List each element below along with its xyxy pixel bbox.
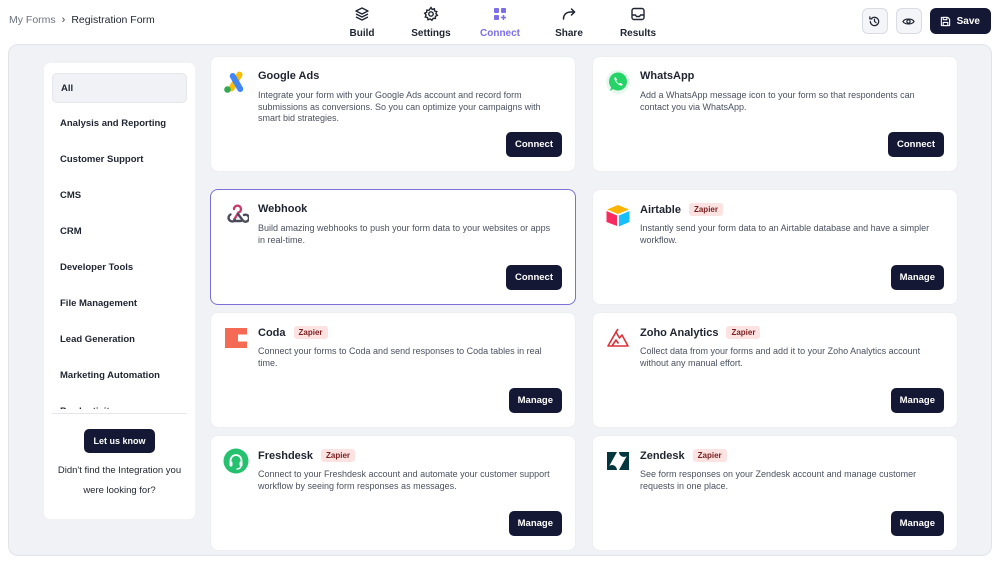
integration-description: Connect your forms to Coda and send resp…	[258, 346, 542, 368]
layers-icon	[355, 7, 369, 21]
tab-results[interactable]: Results	[603, 4, 673, 40]
zapier-badge: Zapier	[321, 449, 356, 462]
webhook-icon	[223, 202, 249, 228]
manage-button-airtable[interactable]: Manage	[890, 265, 944, 290]
zapier-badge: Zapier	[688, 203, 723, 216]
integration-description: Build amazing webhooks to push your form…	[258, 223, 551, 245]
integration-name: Zendesk	[640, 449, 685, 462]
history-icon	[869, 15, 880, 26]
whatsapp-icon	[605, 69, 631, 95]
integration-description: Connect to your Freshdesk account and au…	[258, 469, 550, 491]
category-developer-tools[interactable]: Developer Tools	[52, 252, 187, 282]
zoho-analytics-icon	[605, 325, 631, 351]
integration-card-freshdesk[interactable]: Freshdesk Zapier Connect to your Freshde…	[210, 435, 576, 551]
category-list[interactable]: All Analysis and Reporting Customer Supp…	[52, 73, 187, 409]
tab-label: Share	[555, 28, 583, 39]
category-crm[interactable]: CRM	[52, 217, 187, 247]
integration-name: Airtable	[640, 203, 681, 216]
connect-button-google-ads[interactable]: Connect	[506, 132, 562, 157]
integration-name: WhatsApp	[640, 70, 695, 82]
coda-icon	[223, 325, 249, 351]
gear-icon	[423, 6, 439, 22]
connect-button-webhook[interactable]: Connect	[506, 265, 562, 290]
integration-name: Coda	[258, 326, 286, 339]
integration-card-zoho-analytics[interactable]: Zoho Analytics Zapier Collect data from …	[592, 312, 958, 428]
tab-share[interactable]: Share	[534, 4, 604, 40]
category-customer-support[interactable]: Customer Support	[52, 145, 187, 175]
zapier-badge: Zapier	[692, 449, 727, 462]
category-file-management[interactable]: File Management	[52, 288, 187, 318]
integration-description: See form responses on your Zendesk accou…	[640, 469, 917, 491]
zapier-badge: Zapier	[726, 326, 761, 339]
save-button[interactable]: Save	[929, 8, 991, 34]
save-icon	[940, 16, 950, 26]
integration-description: Integrate your form with your Google Ads…	[258, 90, 541, 123]
tab-connect[interactable]: Connect	[465, 4, 535, 40]
tab-build[interactable]: Build	[327, 4, 397, 40]
integration-card-webhook[interactable]: Webhook Build amazing webhooks to push y…	[210, 189, 576, 305]
integration-name: Webhook	[258, 203, 308, 215]
integration-card-coda[interactable]: Coda Zapier Connect your forms to Coda a…	[210, 312, 576, 428]
top-bar: My Forms › Registration Form Build Setti…	[0, 0, 1000, 44]
category-productivity[interactable]: Productivity	[52, 396, 187, 409]
header-actions: Save	[861, 8, 991, 34]
zapier-badge: Zapier	[293, 326, 328, 339]
grid-plus-icon	[494, 8, 506, 20]
tab-settings[interactable]: Settings	[396, 4, 466, 40]
integration-description: Add a WhatsApp message icon to your form…	[640, 90, 915, 112]
integration-card-google-ads[interactable]: Google Ads Integrate your form with your…	[210, 56, 576, 172]
history-button[interactable]	[861, 8, 888, 34]
freshdesk-icon	[223, 448, 249, 474]
category-cms[interactable]: CMS	[52, 181, 187, 211]
manage-button-freshdesk[interactable]: Manage	[508, 511, 562, 536]
integrations-panel: All Analysis and Reporting Customer Supp…	[8, 44, 992, 556]
zendesk-icon	[605, 448, 631, 474]
category-analysis-and-reporting[interactable]: Analysis and Reporting	[52, 109, 187, 139]
google-ads-icon	[223, 69, 249, 95]
tab-label: Results	[619, 28, 657, 39]
manage-button-zoho-analytics[interactable]: Manage	[890, 388, 944, 413]
share-arrow-icon	[562, 8, 576, 20]
inbox-icon	[631, 7, 645, 21]
integration-description: Instantly send your form data to an Airt…	[640, 223, 930, 245]
integration-name: Zoho Analytics	[640, 326, 719, 339]
tab-label: Build	[349, 28, 375, 39]
manage-button-coda[interactable]: Manage	[508, 388, 562, 413]
preview-button[interactable]	[895, 8, 922, 34]
let-us-know-button[interactable]: Let us know	[84, 429, 155, 453]
category-lead-generation[interactable]: Lead Generation	[52, 324, 187, 354]
integration-name: Google Ads	[258, 70, 320, 82]
manage-button-zendesk[interactable]: Manage	[890, 511, 944, 536]
integration-card-airtable[interactable]: Airtable Zapier Instantly send your form…	[592, 189, 958, 305]
integration-help-text: Didn't find the Integration you were loo…	[57, 465, 182, 496]
category-all[interactable]: All	[52, 73, 187, 103]
eye-icon	[902, 17, 915, 25]
integration-description: Collect data from your forms and add it …	[640, 346, 921, 368]
tab-label: Connect	[480, 28, 520, 39]
integration-card-whatsapp[interactable]: WhatsApp Add a WhatsApp message icon to …	[592, 56, 958, 172]
main-nav: Build Settings Connect Share Results	[0, 4, 1000, 42]
sidebar-divider	[52, 413, 187, 414]
integration-name: Freshdesk	[258, 449, 314, 462]
tab-label: Settings	[411, 28, 451, 39]
integration-card-zendesk[interactable]: Zendesk Zapier See form responses on you…	[592, 435, 958, 551]
category-sidebar: All Analysis and Reporting Customer Supp…	[44, 63, 195, 519]
save-label: Save	[956, 15, 980, 27]
airtable-icon	[605, 202, 631, 228]
category-marketing-automation[interactable]: Marketing Automation	[52, 360, 187, 390]
connect-button-whatsapp[interactable]: Connect	[888, 132, 944, 157]
